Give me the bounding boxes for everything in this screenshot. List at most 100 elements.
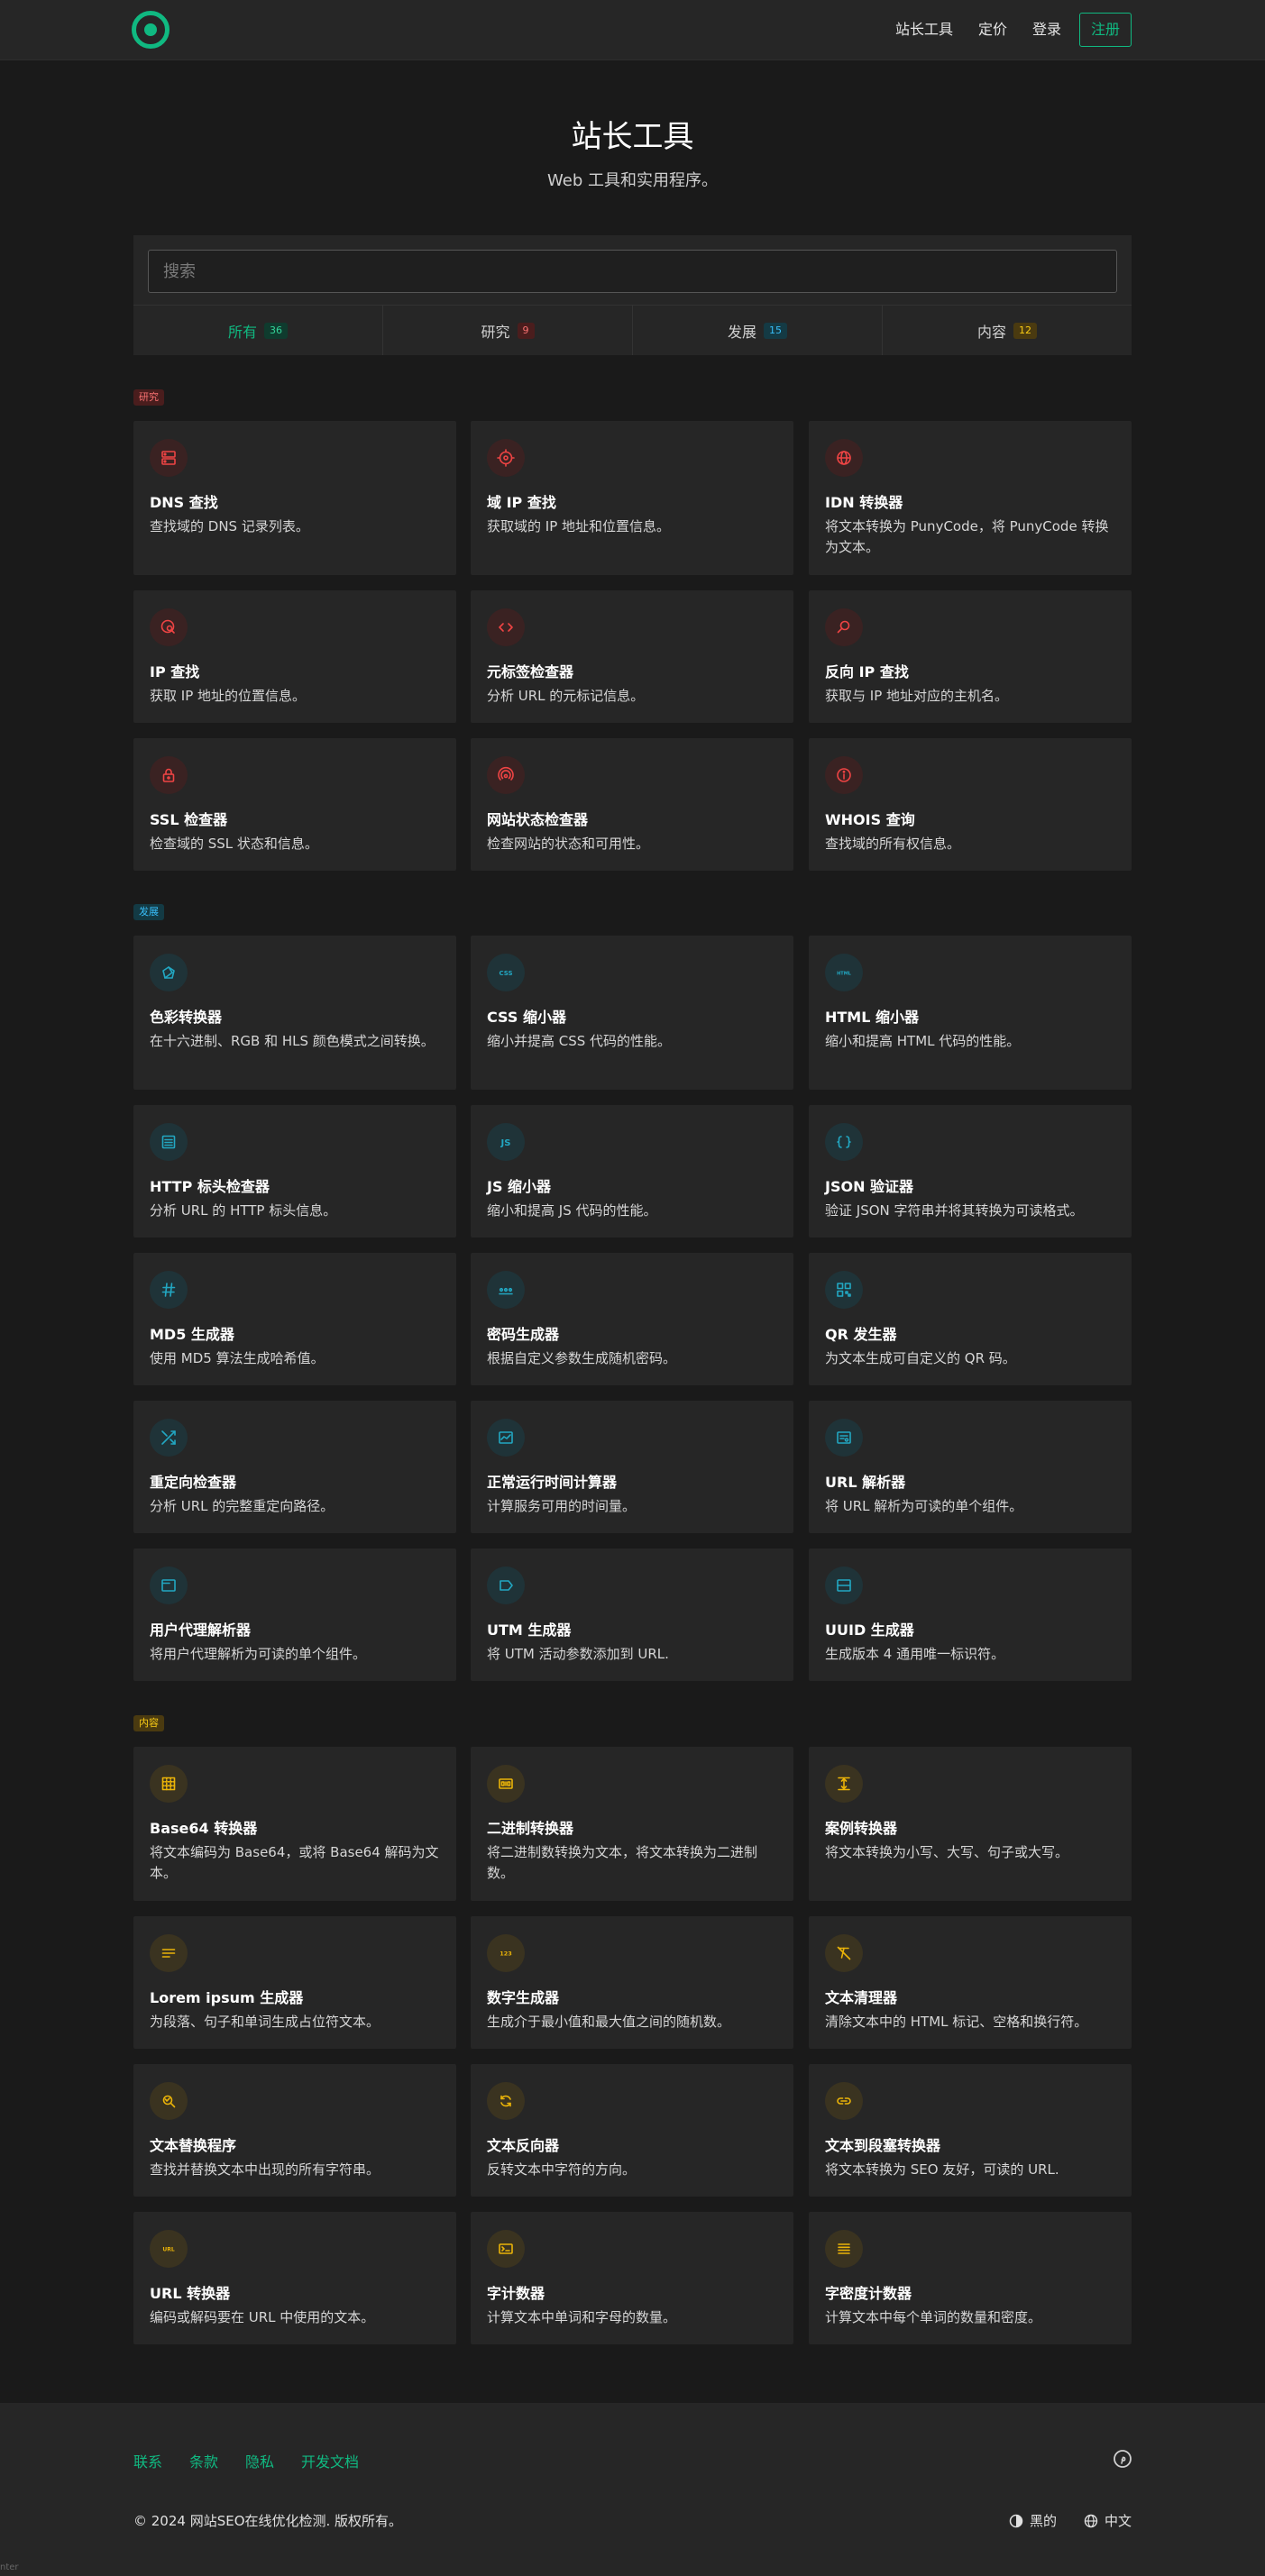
footer-settings: 黑的 中文 xyxy=(982,2511,1132,2530)
tool-card[interactable]: JS JS 缩小器 缩小和提高 JS 代码的性能。 xyxy=(471,1105,793,1238)
tool-title: UTM 生成器 xyxy=(487,1621,572,1639)
text-height-icon xyxy=(825,1765,863,1803)
tool-card[interactable]: 字计数器 计算文本中单词和字母的数量。 xyxy=(471,2212,793,2344)
globe-icon xyxy=(1084,2514,1098,2527)
nav-link-pricing[interactable]: 定价 xyxy=(978,13,1007,47)
tool-description: 查找域的所有权信息。 xyxy=(825,836,961,852)
tool-description: 获取与 IP 地址对应的主机名。 xyxy=(825,688,1009,704)
tool-title: 字计数器 xyxy=(487,2285,545,2302)
tool-title: HTML 缩小器 xyxy=(825,1009,919,1026)
tool-title: 文本到段塞转换器 xyxy=(825,2137,941,2154)
logo-icon[interactable] xyxy=(132,11,170,49)
tool-description: 缩小和提高 HTML 代码的性能。 xyxy=(825,1033,1021,1049)
tool-description: 分析 URL 的元标记信息。 xyxy=(487,688,645,704)
tool-card[interactable]: CSS CSS 缩小器缩小并提高 CSS 代码的性能。 xyxy=(471,936,793,1090)
tool-card[interactable]: 文本清理器 清除文本中的 HTML 标记、空格和换行符。 xyxy=(809,1916,1132,2049)
tag-icon xyxy=(487,1567,525,1604)
tool-description: 计算服务可用的时间量。 xyxy=(487,1498,637,1514)
tool-card[interactable]: 网站状态检查器 检查网站的状态和可用性。 xyxy=(471,738,793,871)
tool-title: 反向 IP 查找 xyxy=(825,663,909,681)
tool-card[interactable]: 案例转换器 将文本转换为小写、大写、句子或大写。 xyxy=(809,1747,1132,1901)
list-icon xyxy=(150,1123,188,1161)
tool-card[interactable]: Base64 转换器 将文本编码为 Base64，或将 Base64 解码为文本。 xyxy=(133,1747,456,1901)
footer-link-contact[interactable]: 联系 xyxy=(133,2450,162,2471)
tool-title: QR 发生器 xyxy=(825,1326,897,1343)
filter-tab-all[interactable]: 所有 36 xyxy=(133,306,383,355)
search-input[interactable] xyxy=(148,250,1117,293)
tool-title: 文本反向器 xyxy=(487,2137,560,2154)
tool-card[interactable]: 文本到段塞转换器 将文本转换为 SEO 友好，可读的 URL. xyxy=(809,2064,1132,2197)
tool-card[interactable]: IP 查找 获取 IP 地址的位置信息。 xyxy=(133,590,456,723)
filter-tab-develop[interactable]: 发展 15 xyxy=(633,306,883,355)
footer-link-terms[interactable]: 条款 xyxy=(189,2450,218,2471)
tool-title: 案例转换器 xyxy=(825,1820,898,1837)
search-panel: 所有 36 研究 9 发展 15 内容 12 xyxy=(133,235,1132,355)
tool-description: 查找域的 DNS 记录列表。 xyxy=(150,518,309,534)
tool-card[interactable]: 反向 IP 查找获取与 IP 地址对应的主机名。 xyxy=(809,590,1132,723)
tool-card[interactable]: SSL 检查器 检查域的 SSL 状态和信息。 xyxy=(133,738,456,871)
tool-title: IP 查找 xyxy=(150,663,200,681)
tool-card[interactable]: 正常运行时间计算器 计算服务可用的时间量。 xyxy=(471,1401,793,1533)
contrast-icon xyxy=(1009,2514,1023,2527)
css-icon: CSS xyxy=(487,954,525,991)
tool-card[interactable]: HTTP 标头检查器 分析 URL 的 HTTP 标头信息。 xyxy=(133,1105,456,1238)
tool-title: CSS 缩小器 xyxy=(487,1009,566,1026)
tool-card[interactable]: 二进制转换器 将二进制数转换为文本，将文本转换为二进制数。 xyxy=(471,1747,793,1901)
tool-card[interactable]: 文本反向器 反转文本中字符的方向。 xyxy=(471,2064,793,2197)
svg-text:123: 123 xyxy=(500,1950,512,1958)
tool-card[interactable]: UTM 生成器将 UTM 活动参数添加到 URL. xyxy=(471,1548,793,1681)
tool-description: 缩小并提高 CSS 代码的性能。 xyxy=(487,1033,672,1049)
tool-card[interactable]: URL URL 转换器 编码或解码要在 URL 中使用的文本。 xyxy=(133,2212,456,2344)
footer-link-docs[interactable]: 开发文档 xyxy=(301,2450,359,2471)
tool-title: Base64 转换器 xyxy=(150,1820,258,1837)
tool-card[interactable]: HTML HTML 缩小器 缩小和提高 HTML 代码的性能。 xyxy=(809,936,1132,1090)
tool-card[interactable]: 文本替换程序 查找并替换文本中出现的所有字符串。 xyxy=(133,2064,456,2197)
theme-label: 黑的 xyxy=(1029,2513,1057,2529)
tool-card[interactable]: WHOIS 查询 查找域的所有权信息。 xyxy=(809,738,1132,871)
binary-icon xyxy=(487,1765,525,1803)
tool-title: DNS 查找 xyxy=(150,494,218,511)
tool-card[interactable]: 密码生成器 根据自定义参数生成随机密码。 xyxy=(471,1253,793,1385)
tool-card[interactable]: 域 IP 查找 获取域的 IP 地址和位置信息。 xyxy=(471,421,793,575)
tool-title: IDN 转换器 xyxy=(825,494,903,511)
tool-card[interactable]: 123 数字生成器 生成介于最小值和最大值之间的随机数。 xyxy=(471,1916,793,2049)
tool-title: 字密度计数器 xyxy=(825,2285,912,2302)
tool-card[interactable]: JSON 验证器 验证 JSON 字符串并将其转换为可读格式。 xyxy=(809,1105,1132,1238)
theme-toggle[interactable]: 黑的 xyxy=(1009,2511,1057,2530)
js-icon: JS xyxy=(487,1123,525,1161)
tool-card[interactable]: QR 发生器 为文本生成可自定义的 QR 码。 xyxy=(809,1253,1132,1385)
tool-title: 重定向检查器 xyxy=(150,1474,237,1491)
tool-description: 将 URL 解析为可读的单个组件。 xyxy=(825,1498,1023,1514)
tool-title: URL 解析器 xyxy=(825,1474,906,1491)
signup-button[interactable]: 注册 xyxy=(1078,13,1132,47)
tool-card[interactable]: 元标签检查器 分析 URL 的元标记信息。 xyxy=(471,590,793,723)
footer: 联系 条款 隐私 开发文档 © 2024 网站SEO在线优化检测. 版权所有。 … xyxy=(0,2403,1265,2576)
tool-card[interactable]: Lorem ipsum 生成器 为段落、句子和单词生成占位符文本。 xyxy=(133,1916,456,2049)
tool-card[interactable]: MD5 生成器 使用 MD5 算法生成哈希值。 xyxy=(133,1253,456,1385)
counter-icon xyxy=(487,2230,525,2268)
filter-tab-content[interactable]: 内容 12 xyxy=(883,306,1132,355)
tool-card[interactable]: DNS 查找查找域的 DNS 记录列表。 xyxy=(133,421,456,575)
nav-link-tools[interactable]: 站长工具 xyxy=(895,13,953,47)
section-badge: 内容 xyxy=(133,1715,164,1731)
filter-tab-label: 内容 xyxy=(976,323,1006,341)
tool-card[interactable]: URL 解析器将 URL 解析为可读的单个组件。 xyxy=(809,1401,1132,1533)
tool-card[interactable]: 重定向检查器分析 URL 的完整重定向路径。 xyxy=(133,1401,456,1533)
pinterest-icon[interactable] xyxy=(1114,2450,1132,2468)
url-icon: URL xyxy=(150,2230,188,2268)
globe-icon xyxy=(825,439,863,477)
language-label: 中文 xyxy=(1104,2513,1132,2529)
tool-card[interactable]: IDN 转换器 将文本转换为 PunyCode，将 PunyCode 转换为文本。 xyxy=(809,421,1132,575)
language-selector[interactable]: 中文 xyxy=(1084,2511,1132,2530)
tool-description: 分析 URL 的完整重定向路径。 xyxy=(150,1498,335,1514)
tool-card[interactable]: 字密度计数器 计算文本中每个单词的数量和密度。 xyxy=(809,2212,1132,2344)
filter-tab-research[interactable]: 研究 9 xyxy=(383,306,633,355)
tool-card[interactable]: 色彩转换器 在十六进制、RGB 和 HLS 颜色模式之间转换。 xyxy=(133,936,456,1090)
nav-link-login[interactable]: 登录 xyxy=(1032,13,1061,47)
footer-link-privacy[interactable]: 隐私 xyxy=(245,2450,274,2471)
tool-description: 检查网站的状态和可用性。 xyxy=(487,836,650,852)
tool-title: HTTP 标头检查器 xyxy=(150,1178,270,1195)
tool-card[interactable]: UUID 生成器 生成版本 4 通用唯一标识符。 xyxy=(809,1548,1132,1681)
tool-description: 将二进制数转换为文本，将文本转换为二进制数。 xyxy=(487,1844,758,1881)
tool-card[interactable]: 用户代理解析器 将用户代理解析为可读的单个组件。 xyxy=(133,1548,456,1681)
